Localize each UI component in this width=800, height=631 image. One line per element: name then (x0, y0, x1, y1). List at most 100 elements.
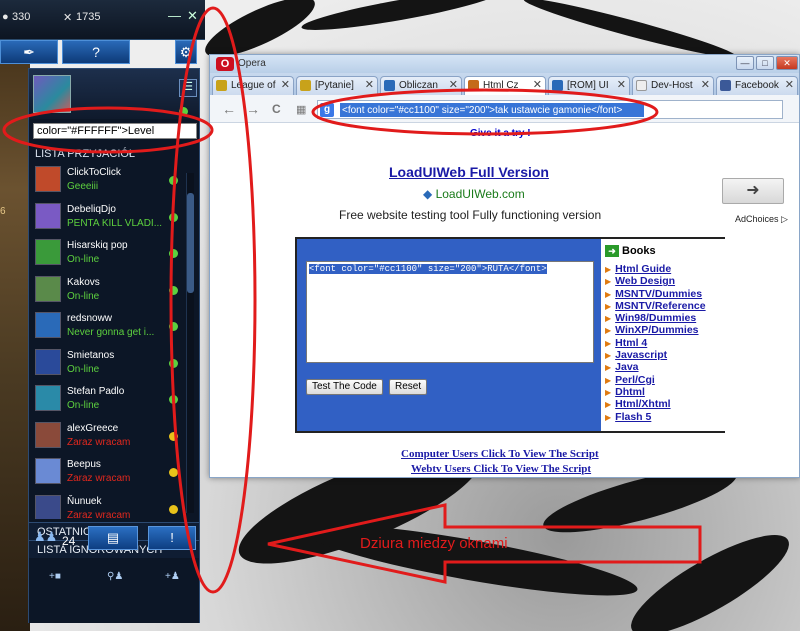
ad-url[interactable]: ◆ LoadUIWeb.com (423, 187, 525, 201)
chat-button[interactable]: ▤ (88, 526, 138, 550)
avatar[interactable] (33, 75, 71, 113)
friend-status: Zaraz wracam (67, 509, 131, 520)
profile-header: ☰ (29, 69, 199, 119)
back-icon[interactable]: ← (222, 101, 236, 117)
friend-item[interactable]: Stefan Padlo On-line (33, 382, 183, 419)
friend-avatar (35, 385, 61, 411)
friend-list-scrollbar[interactable] (186, 173, 194, 513)
feather-icon: ✒ (23, 44, 35, 60)
status-indicator (179, 107, 188, 116)
tab-league[interactable]: League of ✕ (212, 76, 294, 95)
book-item: ▶ Html/Xhtml (605, 398, 706, 410)
tab-label: League of (231, 80, 276, 91)
computer-users-link[interactable]: Computer Users Click To View The Script (401, 448, 599, 460)
ip-icon: ● (2, 11, 9, 23)
webtv-users-link[interactable]: Webtv Users Click To View The Script (411, 463, 591, 475)
url-input[interactable] (340, 103, 644, 117)
bullet-icon: ▶ (605, 314, 612, 324)
address-bar[interactable]: g (317, 100, 783, 119)
book-link[interactable]: Flash 5 (615, 411, 651, 423)
scrollbar-thumb[interactable] (187, 193, 194, 293)
wrench-icon: ⚙ (179, 44, 193, 60)
friend-name: Stefan Padlo (67, 386, 125, 397)
book-item: ▶ WinXP/Dummies (605, 324, 706, 336)
google-icon: g (320, 103, 334, 117)
ad-title-link[interactable]: LoadUIWeb Full Version (389, 164, 549, 180)
ad-arrow-button[interactable]: ➜ (722, 178, 784, 204)
book-link[interactable]: Java (615, 361, 638, 373)
friend-item[interactable]: Kakovs On-line (33, 273, 183, 310)
background-streak (299, 0, 501, 38)
friend-item[interactable]: Ňunuek Zaraz wracam (33, 492, 183, 520)
friend-item[interactable]: alexGreece Zaraz wracam (33, 419, 183, 456)
friends-footer: +■ ⚲♟ +♟ (29, 567, 199, 623)
book-link[interactable]: Html 4 (615, 337, 647, 349)
tab-close-icon[interactable]: ✕ (785, 77, 794, 94)
book-link[interactable]: Html Guide (615, 263, 671, 275)
tab-pytanie[interactable]: [Pytanie] ✕ (296, 76, 378, 95)
close-button[interactable]: ✕ (776, 56, 798, 70)
browser-title: Opera (238, 58, 266, 69)
friend-item[interactable]: redsnoww Never gonna get i... (33, 309, 183, 346)
friend-item[interactable]: Smietanos On-line (33, 346, 183, 383)
tab-close-icon[interactable]: ✕ (701, 77, 710, 94)
rp-amount: 1735 (76, 11, 101, 23)
book-link[interactable]: Html/Xhtml (615, 398, 670, 410)
maximize-button[interactable]: □ (756, 56, 774, 70)
test-code-button[interactable]: Test The Code (306, 379, 383, 395)
settings-button[interactable]: ⚙ (175, 40, 197, 64)
tab-devhost[interactable]: Dev-Host ✕ (632, 76, 714, 95)
friends-list-header[interactable]: LISTA PRZYJACIÓŁ (35, 148, 195, 160)
adchoices-link[interactable]: AdChoices ▷ (735, 214, 788, 225)
book-link[interactable]: Dhtml (615, 386, 645, 398)
friend-name: Kakovs (67, 276, 100, 288)
background-streak (619, 518, 800, 631)
help-button[interactable]: ? (62, 40, 130, 64)
menu-button[interactable]: ☰ (179, 79, 197, 97)
book-link[interactable]: MSNTV/Dummies (615, 288, 702, 300)
close-icon[interactable]: ✕ (187, 8, 198, 24)
book-link[interactable]: WinXP/Dummies (615, 324, 698, 336)
opera-logo-icon[interactable]: O (216, 57, 234, 71)
minimize-icon[interactable]: — (168, 8, 181, 23)
book-link[interactable]: Javascript (615, 349, 667, 361)
tab-favicon (720, 80, 731, 91)
book-link[interactable]: Perl/Cgi (615, 374, 655, 386)
tab-close-icon[interactable]: ✕ (533, 77, 542, 94)
reload-icon[interactable]: C (272, 102, 281, 116)
friend-item[interactable]: DebeliqDjo PENTA KILL VLADI... (33, 200, 183, 237)
minimize-button[interactable]: — (736, 56, 754, 70)
forward-icon[interactable]: → (246, 101, 260, 117)
status-message-input[interactable] (33, 123, 197, 139)
online-counter[interactable]: ♟♟ 24 (30, 526, 82, 550)
people-icon: ♟♟ (34, 529, 58, 544)
friend-avatar (35, 421, 61, 448)
tab-close-icon[interactable]: ✕ (617, 77, 626, 94)
reset-button[interactable]: Reset (389, 379, 428, 395)
friend-item[interactable]: Hisarskiq pop On-line (33, 236, 183, 273)
book-link[interactable]: Web Design (615, 275, 675, 287)
tab-rom[interactable]: [ROM] UI ✕ (548, 76, 630, 95)
book-item: ▶ Web Design (605, 275, 706, 287)
tab-close-icon[interactable]: ✕ (365, 77, 374, 94)
friend-item[interactable]: ClickToClick Geeeiii (33, 163, 183, 200)
ad-diamond-icon: ◆ (423, 187, 436, 201)
tab-obliczan[interactable]: Obliczan ✕ (380, 76, 462, 95)
speed-dial-icon[interactable]: ▦ (296, 103, 306, 116)
friend-name: ClickToClick (67, 167, 121, 178)
tab-close-icon[interactable]: ✕ (281, 77, 290, 94)
book-link[interactable]: Win98/Dummies (615, 312, 696, 324)
search-friend-icon[interactable]: ⚲♟ (107, 571, 123, 582)
add-group-icon[interactable]: +■ (49, 571, 61, 582)
feather-button[interactable]: ✒ (0, 40, 58, 64)
add-friend-icon[interactable]: +♟ (165, 571, 180, 582)
status-dot (169, 212, 178, 222)
tab-close-icon[interactable]: ✕ (449, 77, 458, 94)
friend-avatar (35, 202, 61, 229)
book-link[interactable]: MSNTV/Reference (615, 300, 705, 312)
code-textarea[interactable]: <font color="#cc1100" size="200">RUTA</f… (306, 261, 594, 363)
alert-button[interactable]: ! (148, 526, 196, 550)
tab-html[interactable]: Html Cz ✕ (464, 76, 546, 95)
tab-facebook[interactable]: Facebook ✕ (716, 76, 798, 95)
friend-item[interactable]: Beepus Zaraz wracam (33, 455, 183, 492)
